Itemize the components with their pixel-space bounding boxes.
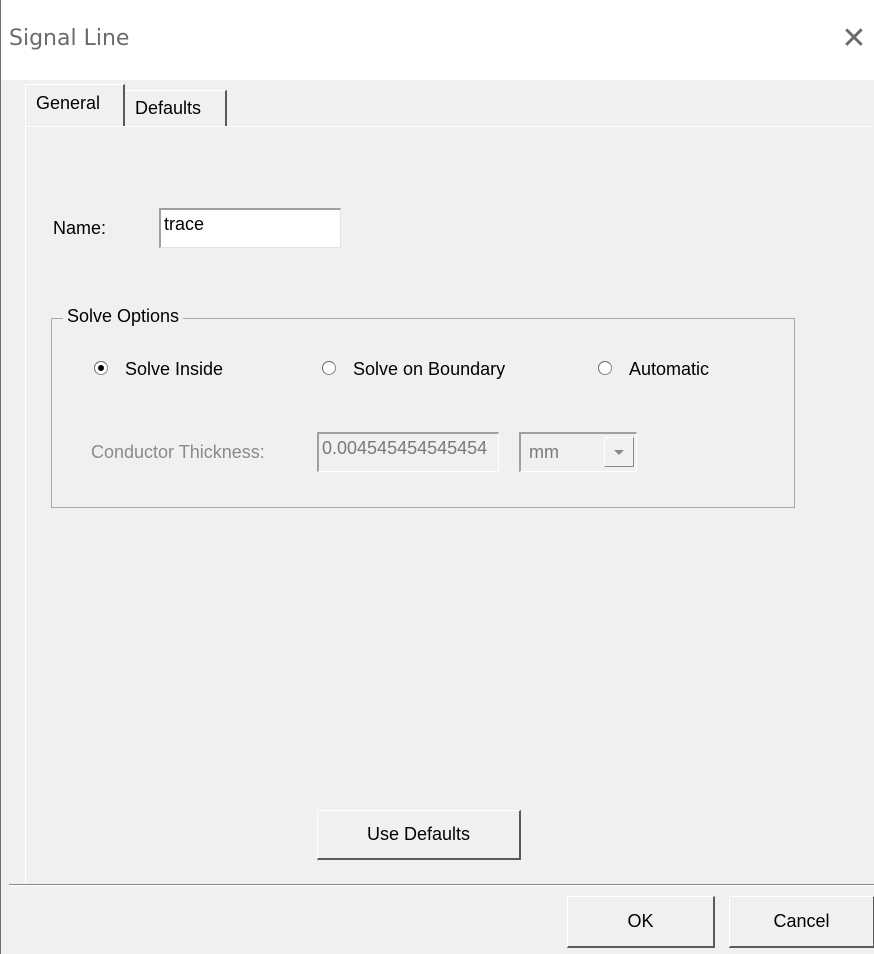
window-title: Signal Line [9,26,130,51]
automatic-label[interactable]: Automatic [629,359,709,380]
close-icon: ✕ [841,20,867,56]
radio-selected-dot [98,365,104,371]
conductor-thickness-label: Conductor Thickness: [91,442,265,462]
use-defaults-button[interactable]: Use Defaults [317,810,521,860]
automatic-radio[interactable] [598,361,612,375]
solve-on-boundary-radio[interactable] [322,361,336,375]
solve-on-boundary-label[interactable]: Solve on Boundary [353,359,505,380]
use-defaults-label: Use Defaults [366,824,471,844]
signal-line-dialog: Signal Line ✕ General Defaults Name: tra… [0,0,874,954]
chevron-down-icon[interactable] [604,437,634,467]
conductor-thickness-input[interactable]: 0.004545454545454 [317,432,499,472]
solve-inside-label[interactable]: Solve Inside [125,359,223,380]
cancel-label: Cancel [773,911,830,931]
cancel-button[interactable]: Cancel [729,896,874,948]
thickness-unit-select[interactable]: mm [519,432,637,472]
tab-general-label: General [36,93,101,113]
name-input[interactable]: trace [159,208,341,248]
solve-inside-radio[interactable] [94,361,108,375]
tab-general[interactable]: General [25,84,125,126]
tab-defaults-label: Defaults [135,98,202,118]
name-label: Name: [53,218,107,238]
solve-options-legend: Solve Options [63,306,184,327]
tab-defaults[interactable]: Defaults [125,90,227,126]
ok-label: OK [627,911,654,931]
close-button[interactable]: ✕ [834,18,874,58]
title-bar: Signal Line ✕ [1,0,874,80]
solve-options-group [51,318,795,508]
ok-button[interactable]: OK [567,896,715,948]
footer-divider [9,884,874,886]
thickness-unit-value: mm [529,442,559,462]
